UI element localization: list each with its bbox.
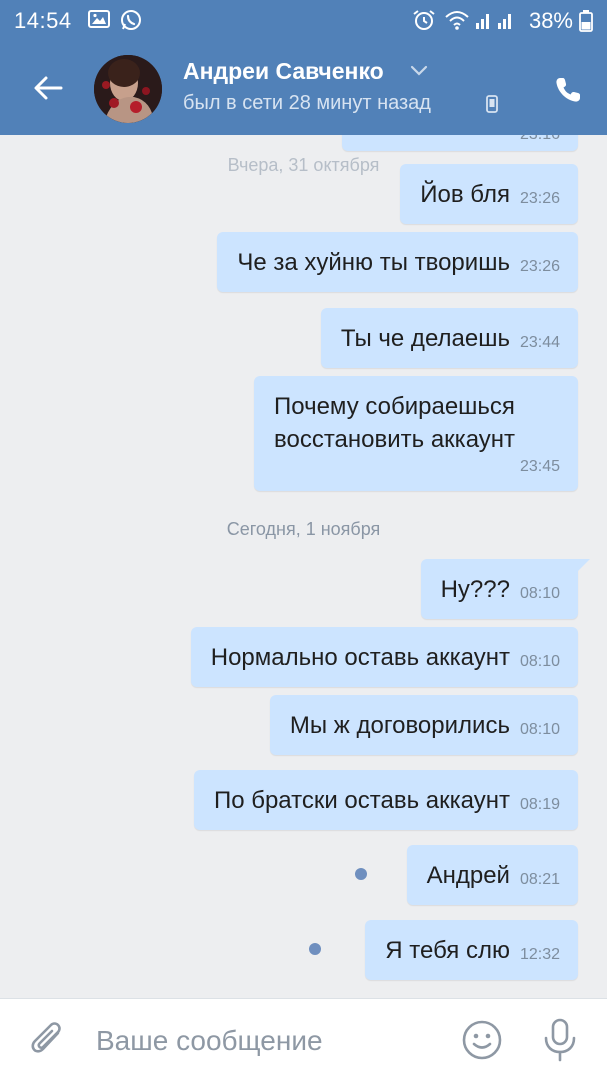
message-text: По братски оставь аккаунт — [213, 787, 510, 814]
message-time: 08:10 — [519, 585, 560, 602]
top-bar: 14:54 38% Андреи Савченко был в сети 28 … — [0, 0, 607, 135]
voice-message-button[interactable] — [540, 1017, 580, 1063]
emoji-icon — [462, 1020, 502, 1060]
message-text-line: восстановить аккаунт — [274, 426, 516, 453]
attach-button[interactable] — [28, 1019, 68, 1061]
avatar[interactable] — [94, 55, 162, 123]
message-text: Че за хуйню ты творишь — [237, 249, 510, 276]
message-text: Ты че делаешь — [340, 325, 510, 352]
message-bubble[interactable]: Нормально оставь аккаунт 08:10 — [190, 627, 578, 687]
mobile-phone-icon — [486, 95, 498, 118]
bubble-tail — [576, 559, 590, 573]
message-time: 23:26 — [519, 258, 560, 275]
battery-percent: 38% — [528, 8, 573, 33]
phone-call-icon — [556, 78, 580, 102]
message-time: 23:16 — [520, 135, 560, 147]
contact-status: был в сети 28 минут назад — [183, 92, 431, 114]
message-bubble[interactable]: Мы ж договорились 08:10 — [269, 695, 578, 755]
message-time: 23:45 — [519, 458, 560, 475]
message-bubble[interactable]: Ты че делаешь 23:44 — [320, 308, 578, 368]
wifi-icon — [444, 9, 470, 36]
message-time: 08:19 — [519, 796, 560, 813]
message-text: Андрей — [426, 862, 510, 889]
unread-indicator — [355, 868, 367, 880]
back-button[interactable] — [24, 64, 72, 112]
message-time: 23:26 — [519, 190, 560, 207]
date-separator-today: Сегодня, 1 ноября — [226, 519, 381, 539]
message-bubble[interactable]: Почему собираешься восстановить аккаунт … — [254, 376, 578, 491]
message-time: 23:44 — [519, 334, 560, 351]
message-time: 08:21 — [519, 871, 560, 888]
message-bubble[interactable]: Че за хуйню ты творишь 23:26 — [217, 232, 578, 292]
message-bubble-partial[interactable]: 23:16 — [342, 135, 578, 151]
status-bar: 14:54 38% — [0, 0, 607, 40]
message-text: Ну??? — [440, 576, 510, 603]
chevron-down-icon[interactable] — [410, 64, 428, 82]
message-bubble[interactable]: Ну??? 08:10 — [420, 559, 590, 619]
alarm-icon — [412, 9, 436, 36]
message-bubble[interactable]: Андрей 08:21 — [406, 845, 578, 905]
contact-name[interactable]: Андреи Савченко — [183, 58, 384, 85]
emoji-button[interactable] — [461, 1019, 503, 1061]
signal-icon — [474, 9, 518, 36]
battery-icon — [579, 10, 593, 37]
unread-indicator — [309, 943, 321, 955]
message-text: Нормально оставь аккаунт — [210, 644, 510, 671]
back-arrow-icon — [34, 76, 63, 100]
message-time: 08:10 — [519, 721, 560, 738]
paperclip-icon — [31, 1022, 61, 1053]
message-time: 12:32 — [519, 946, 560, 963]
call-button[interactable] — [544, 66, 592, 114]
message-bubble[interactable]: По братски оставь аккаунт 08:19 — [193, 770, 578, 830]
message-text-line: Почему собираешься — [274, 393, 515, 420]
message-time: 08:10 — [519, 653, 560, 670]
message-text: Я тебя слю — [385, 937, 510, 964]
message-input[interactable] — [96, 1021, 436, 1061]
message-text: Мы ж договорились — [289, 712, 510, 739]
message-composer — [0, 998, 607, 1080]
gallery-icon — [88, 9, 110, 34]
message-bubble[interactable]: Я тебя слю 12:32 — [365, 920, 578, 980]
message-bubble[interactable]: Йов бля 23:26 — [400, 164, 578, 224]
whatsapp-icon — [120, 9, 142, 36]
status-time: 14:54 — [14, 8, 72, 33]
chat-header: Андреи Савченко был в сети 28 минут наза… — [0, 40, 607, 135]
message-list[interactable]: 23:16 Вчера, 31 октября Йов бля23:26 Че … — [0, 135, 607, 998]
message-text: Йов бля — [420, 181, 510, 208]
microphone-icon — [544, 1018, 576, 1062]
